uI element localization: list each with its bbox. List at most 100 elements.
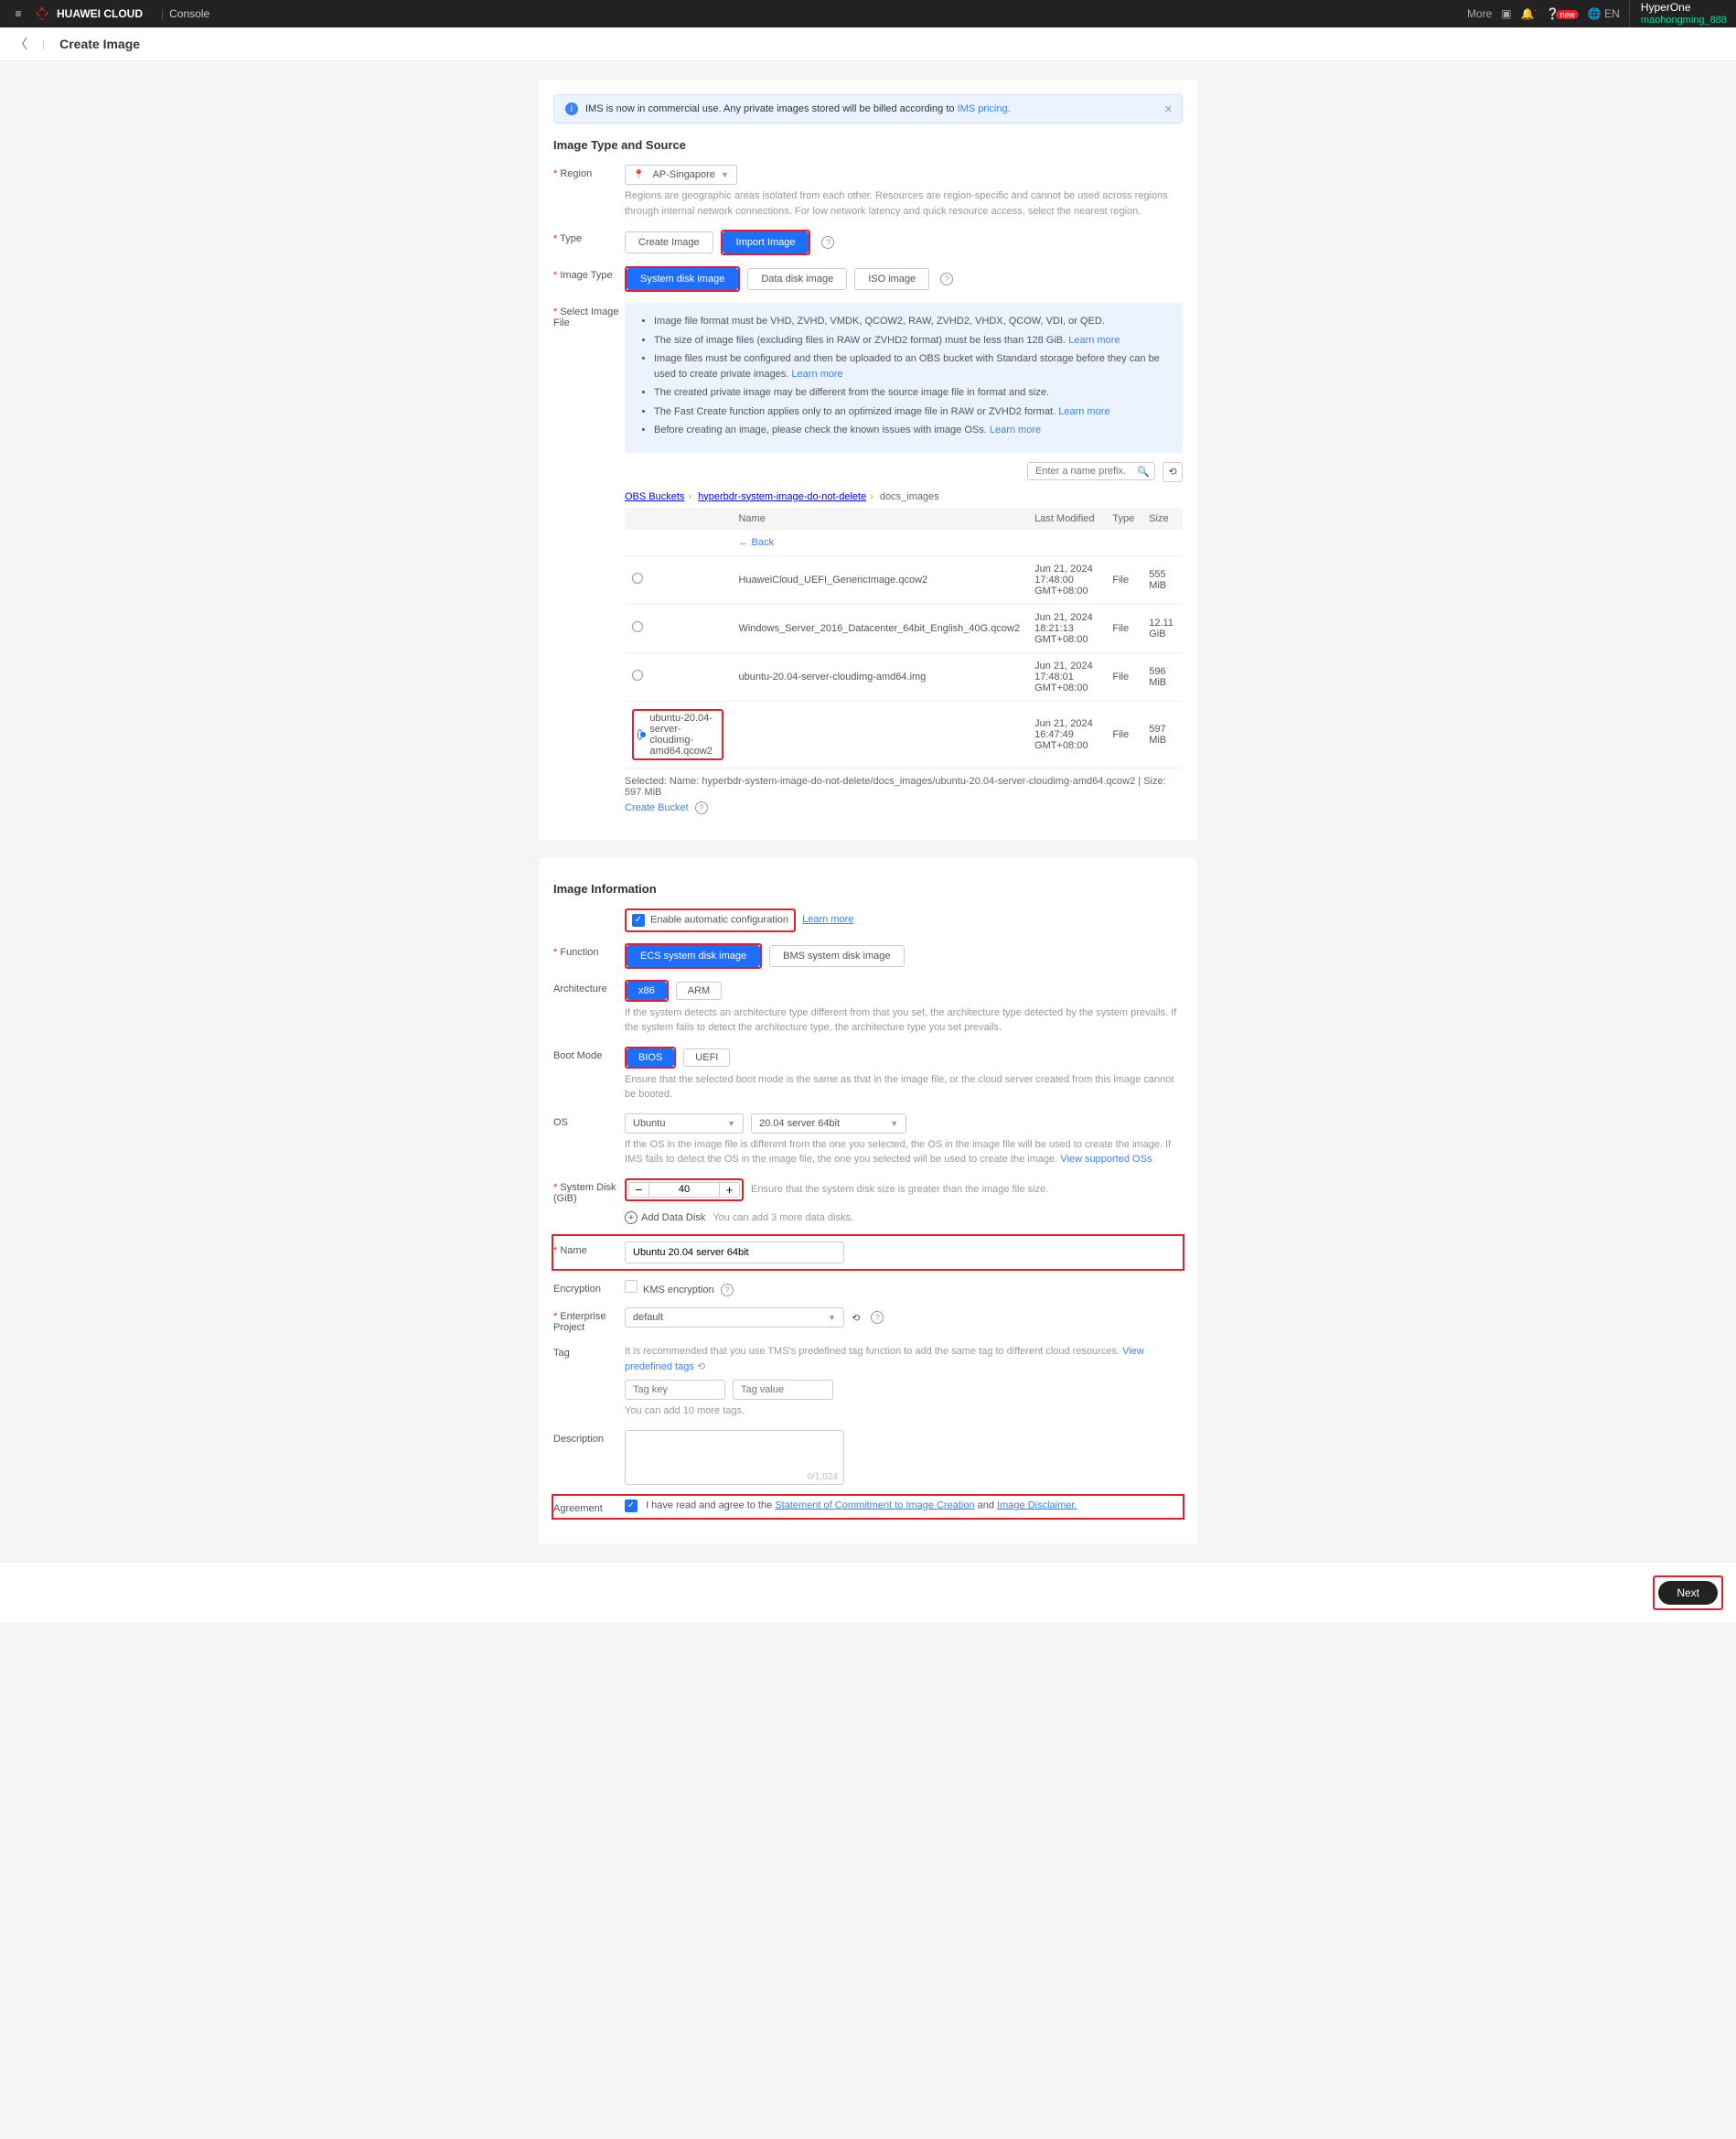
radio-button[interactable]: [638, 729, 642, 740]
radio-button[interactable]: [632, 573, 643, 584]
table-row[interactable]: HuaweiCloud_UEFI_GenericImage.qcow2Jun 2…: [625, 555, 1183, 604]
bios-button[interactable]: BIOS: [627, 1048, 674, 1067]
huawei-logo: [33, 5, 51, 23]
type-label: Type: [553, 230, 625, 244]
learn-more-link[interactable]: Learn more: [791, 369, 842, 380]
table-row[interactable]: ubuntu-20.04-server-cloudimg-amd64.qcow2…: [625, 701, 1183, 768]
footer: Next: [0, 1562, 1736, 1623]
add-data-disk-button[interactable]: +Add Data Disk: [625, 1211, 705, 1224]
create-image-button[interactable]: Create Image: [625, 231, 713, 253]
description-textarea[interactable]: 0/1,024: [625, 1430, 844, 1485]
region-select[interactable]: 📍AP-Singapore▼: [625, 165, 737, 185]
info-icon: i: [565, 102, 578, 115]
learn-more-link[interactable]: Learn more: [1068, 335, 1120, 346]
terminal-icon[interactable]: ▣: [1501, 7, 1511, 20]
help-icon[interactable]: ?: [871, 1311, 884, 1324]
main-form: i IMS is now in commercial use. Any priv…: [539, 80, 1197, 840]
user-menu[interactable]: HyperOne maohongming_888: [1629, 1, 1727, 27]
bms-system-disk-button[interactable]: BMS system disk image: [769, 945, 904, 967]
agreement-checkbox[interactable]: ✓: [625, 1499, 638, 1512]
brand-name: HUAWEI CLOUD: [57, 7, 143, 20]
bell-icon[interactable]: 🔔•: [1521, 6, 1538, 20]
agreement-label: Agreement: [553, 1499, 625, 1514]
help-icon[interactable]: ❔new: [1546, 7, 1578, 20]
refresh-icon[interactable]: ⟲: [697, 1361, 705, 1372]
data-disk-image-button[interactable]: Data disk image: [747, 268, 847, 290]
table-row[interactable]: Windows_Server_2016_Datacenter_64bit_Eng…: [625, 604, 1183, 652]
import-image-button[interactable]: Import Image: [723, 231, 809, 253]
search-icon[interactable]: 🔍: [1137, 466, 1150, 478]
selected-file-summary: Selected: Name: hyperbdr-system-image-do…: [625, 776, 1183, 798]
help-icon[interactable]: ?: [721, 1284, 734, 1296]
ims-pricing-link[interactable]: IMS pricing.: [958, 103, 1011, 114]
create-bucket-link[interactable]: Create Bucket: [625, 802, 689, 813]
file-table: Name Last Modified Type Size ← Back Huaw…: [625, 508, 1183, 769]
refresh-button[interactable]: ⟲: [1163, 462, 1183, 482]
help-icon[interactable]: ?: [821, 236, 834, 249]
region-label: Region: [553, 165, 625, 179]
architecture-label: Architecture: [553, 980, 625, 994]
increment-button[interactable]: +: [719, 1183, 739, 1197]
system-disk-image-button[interactable]: System disk image: [627, 268, 738, 290]
function-label: Function: [553, 943, 625, 958]
close-icon[interactable]: ✕: [1164, 103, 1173, 115]
view-supported-os-link[interactable]: View supported OSs: [1060, 1154, 1152, 1165]
file-requirements-box: Image file format must be VHD, ZVHD, VMD…: [625, 303, 1183, 453]
section-title-image-info: Image Information: [553, 882, 1183, 896]
menu-icon[interactable]: ≡: [9, 7, 27, 20]
uefi-button[interactable]: UEFI: [683, 1048, 730, 1067]
learn-more-link[interactable]: Learn more: [802, 914, 853, 925]
disclaimer-link[interactable]: Image Disclaimer.: [997, 1499, 1077, 1510]
os-family-select[interactable]: Ubuntu▼: [625, 1113, 744, 1134]
enterprise-project-select[interactable]: default▼: [625, 1307, 844, 1327]
tag-label: Tag: [553, 1344, 625, 1359]
back-link[interactable]: ← Back: [738, 537, 774, 548]
learn-more-link[interactable]: Learn more: [1058, 406, 1109, 417]
table-row[interactable]: ubuntu-20.04-server-cloudimg-amd64.imgJu…: [625, 652, 1183, 701]
name-input[interactable]: [625, 1241, 844, 1263]
learn-more-link[interactable]: Learn more: [990, 425, 1041, 435]
info-banner: i IMS is now in commercial use. Any priv…: [553, 94, 1183, 124]
search-input[interactable]: [1027, 462, 1155, 480]
chevron-down-icon: ▼: [721, 170, 729, 179]
auto-config-checkbox[interactable]: ✓: [632, 914, 645, 927]
select-file-label: Select Image File: [553, 303, 625, 328]
back-icon[interactable]: 〈: [15, 35, 27, 53]
encryption-label: Encryption: [553, 1280, 625, 1295]
tag-value-input[interactable]: [733, 1380, 833, 1400]
image-type-label: Image Type: [553, 266, 625, 281]
ecs-system-disk-button[interactable]: ECS system disk image: [627, 945, 760, 967]
boot-mode-label: Boot Mode: [553, 1047, 625, 1061]
refresh-icon[interactable]: ⟲: [852, 1312, 860, 1324]
system-disk-label: System Disk (GiB): [553, 1178, 625, 1204]
kms-encryption-checkbox[interactable]: [625, 1280, 638, 1293]
pin-icon: 📍: [633, 170, 644, 180]
help-icon[interactable]: ?: [695, 801, 708, 814]
help-icon[interactable]: ?: [940, 273, 953, 285]
image-info-form: Image Information ✓Enable automatic conf…: [539, 858, 1197, 1543]
x86-button[interactable]: x86: [627, 982, 667, 1000]
name-label: Name: [553, 1241, 625, 1256]
breadcrumb: OBS Buckets› hyperbdr-system-image-do-no…: [625, 491, 1183, 502]
iso-image-button[interactable]: ISO image: [854, 268, 929, 290]
enterprise-project-label: Enterprise Project: [553, 1307, 625, 1333]
radio-button[interactable]: [632, 621, 643, 632]
commitment-link[interactable]: Statement of Commitment to Image Creatio…: [775, 1499, 974, 1510]
radio-button[interactable]: [632, 670, 643, 681]
page-header: 〈 | Create Image: [0, 27, 1736, 61]
decrement-button[interactable]: −: [629, 1183, 649, 1197]
system-disk-input[interactable]: [649, 1183, 719, 1197]
top-bar: ≡ HUAWEI CLOUD | Console More ▣ 🔔• ❔new …: [0, 0, 1736, 27]
chevron-down-icon: ▼: [828, 1313, 836, 1322]
next-button[interactable]: Next: [1658, 1581, 1718, 1605]
tag-key-input[interactable]: [625, 1380, 725, 1400]
globe-icon[interactable]: 🌐 EN: [1588, 7, 1620, 20]
plus-icon: +: [625, 1211, 638, 1224]
os-version-select[interactable]: 20.04 server 64bit▼: [751, 1113, 906, 1134]
system-disk-stepper[interactable]: −+: [628, 1182, 740, 1198]
chevron-down-icon: ▼: [727, 1119, 735, 1128]
console-link[interactable]: Console: [169, 7, 209, 20]
section-title-type-source: Image Type and Source: [553, 138, 1183, 152]
more-link[interactable]: More: [1467, 7, 1492, 20]
arm-button[interactable]: ARM: [676, 982, 722, 1000]
